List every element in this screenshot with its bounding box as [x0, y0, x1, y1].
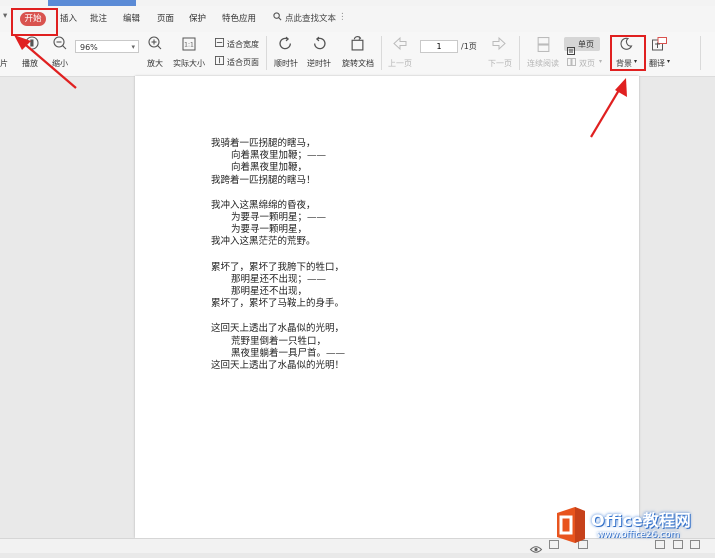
poem-line: 累坏了，累坏了我胯下的牲口，: [211, 261, 345, 273]
single-page-button[interactable]: 单页: [564, 37, 600, 55]
highlight-box: [11, 8, 58, 36]
single-page-icon: [567, 40, 575, 59]
zoom-out-icon[interactable]: [52, 36, 68, 52]
poem-line: 那明星还不出现，: [231, 286, 308, 298]
poem-line: 累坏了，累坏了马鞍上的身手。: [211, 298, 345, 310]
divider: [266, 36, 267, 70]
poem-line: 我冲入这黑茫茫的荒野。: [211, 236, 316, 248]
fit-width-button[interactable]: 适合宽度: [227, 39, 259, 50]
poem-line: 黑夜里躺着一具尸首。——: [231, 347, 346, 359]
play-button[interactable]: 播放: [22, 58, 38, 69]
poem-line: 向着黑夜里加鞭，: [231, 162, 308, 174]
eye-icon[interactable]: [529, 539, 543, 558]
rotate-ccw-button[interactable]: 逆时针: [307, 58, 331, 69]
fit-page-icon[interactable]: [215, 56, 224, 67]
page-total-label: /1页: [461, 42, 477, 51]
zoom-out-button[interactable]: 缩小: [52, 58, 68, 69]
poem-line: 为要寻一颗明星；——: [231, 212, 327, 224]
menu-protect-tab[interactable]: 保护: [189, 12, 206, 24]
poem-line: 我冲入这黑绵绵的昏夜，: [211, 199, 316, 211]
rotate-doc-icon[interactable]: [349, 36, 365, 53]
poem-line: 这回天上透出了水晶似的光明，: [211, 323, 345, 335]
continuous-button[interactable]: 连续阅读: [527, 58, 559, 69]
double-page-icon[interactable]: [567, 58, 576, 68]
cutoff-label: 片: [0, 59, 8, 68]
poem-line: 这回天上透出了水晶似的光明！: [211, 360, 345, 372]
rotate-doc-button[interactable]: 旋转文档: [342, 58, 374, 69]
fit-width-icon[interactable]: [215, 38, 224, 49]
zoom-select[interactable]: 96% ▾: [75, 40, 139, 53]
rotate-ccw-icon[interactable]: [311, 36, 327, 53]
rotate-cw-button[interactable]: 顺时针: [274, 58, 298, 69]
actual-size-icon[interactable]: 1:1: [180, 37, 198, 53]
translate-icon[interactable]: [651, 37, 667, 53]
document-page: 我骑着一匹拐腿的瞎马， 向着黑夜里加鞭；—— 向着黑夜里加鞭， 我跨着一匹拐腿的…: [135, 76, 639, 538]
search-text-button[interactable]: 点此查找文本: [285, 12, 336, 24]
poem-line: 为要寻一颗明星，: [231, 224, 308, 236]
poem-text: 我骑着一匹拐腿的瞎马， 向着黑夜里加鞭；—— 向着黑夜里加鞭， 我跨着一匹拐腿的…: [211, 138, 345, 372]
more-icon[interactable]: ⋮: [338, 12, 347, 22]
next-page-button[interactable]: 下一页: [488, 58, 512, 69]
play-icon[interactable]: [22, 36, 42, 52]
divider: [700, 36, 701, 70]
zoom-in-button[interactable]: 放大: [147, 58, 163, 69]
watermark-logo: Office教程网 www.office26.com: [551, 503, 711, 551]
fit-page-button[interactable]: 适合页面: [227, 57, 259, 68]
chevron-down-icon: ▾: [131, 43, 135, 51]
single-page-label: 单页: [578, 40, 594, 49]
search-icon[interactable]: [273, 12, 282, 24]
prev-page-button[interactable]: 上一页: [388, 58, 412, 69]
chevron-down-icon[interactable]: ▾: [3, 11, 7, 21]
menu-features-tab[interactable]: 特色应用: [222, 12, 256, 24]
arrow-right-icon[interactable]: [491, 36, 507, 52]
poem-line: 那明星还不出现；——: [231, 273, 327, 285]
chevron-down-icon[interactable]: ▾: [599, 58, 602, 65]
page-number-input[interactable]: 1: [420, 40, 458, 53]
svg-text:1:1: 1:1: [184, 42, 194, 49]
menu-annotate-tab[interactable]: 批注: [90, 12, 107, 24]
continuous-icon[interactable]: [535, 37, 551, 54]
divider: [381, 36, 382, 70]
zoom-in-icon[interactable]: [147, 36, 163, 52]
watermark-title: Office教程网: [591, 511, 691, 530]
menu-page-tab[interactable]: 页面: [157, 12, 174, 24]
actual-size-button[interactable]: 实际大小: [173, 58, 205, 69]
menu-insert-tab[interactable]: 插入: [60, 12, 77, 24]
translate-button[interactable]: 翻译: [649, 58, 665, 69]
rotate-cw-icon[interactable]: [277, 36, 293, 53]
divider: [519, 36, 520, 70]
menu-edit-tab[interactable]: 编辑: [123, 12, 140, 24]
menu-bar: ▾ 开始 插入 批注 编辑 页面 保护 特色应用 点此查找文本 ⋮: [0, 6, 715, 32]
poem-line: 向着黑夜里加鞭；——: [231, 150, 327, 162]
chevron-down-icon[interactable]: ▾: [667, 58, 670, 65]
highlight-box: [610, 35, 646, 71]
watermark-url: www.office26.com: [597, 530, 680, 540]
zoom-value: 96%: [80, 43, 98, 52]
arrow-left-icon[interactable]: [392, 36, 408, 52]
double-page-button[interactable]: 双页: [579, 58, 595, 69]
poem-line: 我跨着一匹拐腿的瞎马！: [211, 174, 316, 186]
poem-line: 我骑着一匹拐腿的瞎马，: [211, 138, 316, 149]
poem-line: 荒野里倒着一只牲口，: [231, 335, 327, 347]
office-logo-icon: [557, 507, 585, 543]
